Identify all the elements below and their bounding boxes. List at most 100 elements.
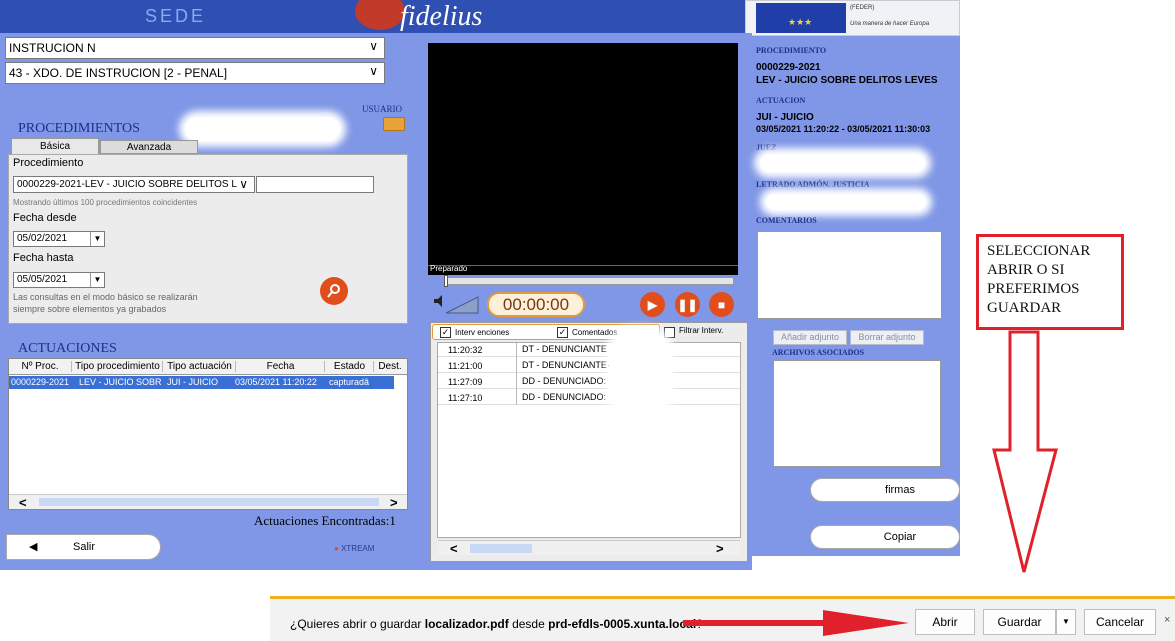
actuacion-dates: 03/05/2021 11:20:22 - 03/05/2021 11:30:0…	[756, 124, 931, 134]
fecha-hasta-value: 05/05/2021	[17, 274, 68, 285]
volume-icon[interactable]	[432, 293, 480, 318]
eu-banner: ★★★ (FEDER) Una manera de hacer Europa	[745, 0, 960, 36]
procedimiento-heading: PROCEDIMIENTO	[756, 46, 827, 55]
tab-advanced[interactable]: Avanzada	[100, 140, 198, 154]
basic-mode-note-2: siempre sobre elementos ya grabados	[13, 304, 167, 314]
annotation-box: SELECCIONAR ABRIR O SI PREFERIMOS GUARDA…	[976, 234, 1124, 330]
chevron-down-icon: ∨	[369, 39, 378, 53]
actuaciones-found: Actuaciones Encontradas:1	[254, 513, 396, 528]
court-select-value: INSTRUCION N	[9, 41, 96, 55]
scroll-right-icon[interactable]: >	[390, 495, 398, 510]
search-icon[interactable]	[320, 277, 348, 305]
fecha-desde-input[interactable]: 05/02/2021 ▼	[13, 231, 105, 247]
intervention-time: 11:20:32	[448, 345, 483, 355]
user-name-redacted	[185, 117, 340, 141]
juez-heading: JUEZ	[756, 143, 777, 152]
archivos-list[interactable]	[773, 360, 941, 467]
col-tipo-proc[interactable]: Tipo procedimiento	[73, 361, 163, 372]
video-screen[interactable]	[428, 43, 738, 265]
intervention-row[interactable]: 11:20:32 DT - DENUNCIANTE	[438, 343, 740, 357]
abrir-button[interactable]: Abrir	[915, 609, 975, 635]
filtrar-checkbox[interactable]	[664, 327, 675, 338]
scroll-thumb[interactable]	[470, 544, 532, 553]
status-bar	[428, 265, 738, 275]
question-prefix: ¿Quieres abrir o guardar	[290, 617, 425, 631]
juez-name-redacted	[760, 154, 925, 172]
cancelar-button[interactable]: Cancelar	[1084, 609, 1156, 635]
guardar-options-button[interactable]: ▼	[1056, 609, 1076, 635]
intervention-row[interactable]: 11:27:10 DD - DENUNCIADO:	[438, 391, 740, 405]
anadir-label: Añadir adjunto	[780, 332, 840, 342]
actuacion-heading: ACTUACION	[756, 96, 806, 105]
scroll-left-icon[interactable]: <	[19, 495, 27, 510]
calendar-dropdown-icon[interactable]: ▼	[90, 232, 104, 246]
actuaciones-header: Nº Proc. Tipo procedimiento Tipo actuaci…	[9, 359, 407, 375]
firmas-button[interactable]: firmas	[810, 478, 960, 502]
procedimiento-description: LEV - JUICIO SOBRE DELITOS LEVES	[756, 75, 938, 86]
play-button[interactable]: ▶	[640, 292, 665, 317]
interventions-hscrollbar[interactable]: < >	[438, 540, 740, 556]
borrar-label: Borrar adjunto	[858, 332, 916, 342]
download-question: ¿Quieres abrir o guardar localizador.pdf…	[290, 617, 703, 631]
col-proc[interactable]: Nº Proc.	[9, 361, 72, 372]
back-arrow-icon: ◀	[29, 541, 38, 553]
tab-basic-label: Básica	[39, 141, 70, 152]
intervenciones-checkbox[interactable]: ✓	[440, 327, 451, 338]
intervention-time: 11:27:10	[448, 393, 483, 403]
intervenciones-label: Interv enciones	[455, 328, 510, 337]
question-host: prd-efdls-0005.xunta.local	[548, 617, 697, 631]
guardar-label: Guardar	[997, 615, 1042, 629]
fecha-desde-value: 05/02/2021	[17, 233, 68, 244]
borrar-adjunto-button[interactable]: Borrar adjunto	[850, 330, 924, 345]
eu-flag-icon: ★★★	[756, 3, 846, 33]
actuacion-type: JUI - JUICIO	[756, 112, 814, 123]
copiar-label: Copiar	[883, 531, 917, 543]
intervention-row[interactable]: 11:27:09 DD - DENUNCIADO:	[438, 375, 740, 389]
comentarios-heading: COMENTARIOS	[756, 216, 817, 225]
progress-thumb[interactable]	[444, 275, 448, 287]
scroll-thumb[interactable]	[39, 498, 379, 506]
procedimientos-title: PROCEDIMIENTOS	[18, 121, 140, 136]
scroll-left-icon[interactable]: <	[450, 541, 458, 556]
cell-tipo-act: JUI - JUICIO	[167, 377, 218, 387]
xtream-label: XTREAM	[341, 544, 375, 553]
tab-advanced-label: Avanzada	[126, 141, 172, 153]
time-value: 00:00:00	[502, 295, 570, 314]
intervention-text: DD - DENUNCIADO:	[522, 392, 607, 402]
copiar-button[interactable]: Copiar	[810, 525, 960, 549]
col-fecha[interactable]: Fecha	[237, 361, 325, 372]
procedimiento-extra-input[interactable]	[256, 176, 374, 193]
intervention-text: DT - DENUNCIANTE·	[522, 360, 610, 370]
anadir-adjunto-button[interactable]: Añadir adjunto	[773, 330, 847, 345]
table-row[interactable]: 0000229-2021 LEV - JUICIO SOBR JUI - JUI…	[9, 376, 394, 389]
stop-button[interactable]: ■	[709, 292, 734, 317]
calendar-dropdown-icon[interactable]: ▼	[90, 273, 104, 287]
procedimiento-select[interactable]: 0000229-2021-LEV - JUICIO SOBRE DELITOS …	[13, 176, 255, 193]
letrado-heading: LETRADO ADMÓN. JUSTICIA	[756, 180, 870, 189]
guardar-button[interactable]: Guardar	[983, 609, 1056, 635]
procedimiento-number: 0000229-2021	[756, 62, 821, 73]
tab-basic[interactable]: Básica	[11, 138, 99, 154]
table-hscrollbar[interactable]: < >	[9, 494, 407, 510]
annotation-text: SELECCIONAR ABRIR O SI PREFERIMOS GUARDA…	[987, 243, 1091, 316]
procedimiento-select-value: 0000229-2021-LEV - JUICIO SOBRE DELITOS …	[17, 179, 237, 190]
court-select[interactable]: INSTRUCION N ∨	[5, 37, 385, 59]
progress-track[interactable]	[444, 277, 734, 285]
col-tipo-act[interactable]: Tipo actuación	[164, 361, 236, 372]
player-status: Preparado	[430, 264, 468, 273]
col-estado[interactable]: Estado	[326, 361, 374, 372]
col-dest[interactable]: Dest.	[375, 361, 405, 372]
pause-button[interactable]: ❚❚	[675, 292, 700, 317]
intervention-row[interactable]: 11:21:00 DT - DENUNCIANTE·	[438, 359, 740, 373]
salir-label: Salir	[73, 541, 96, 553]
salir-button[interactable]: ◀ Salir	[6, 534, 161, 560]
letrado-name-redacted	[766, 194, 926, 210]
close-icon[interactable]: ×	[1164, 614, 1170, 626]
interventions-redacted	[612, 333, 668, 413]
fecha-hasta-input[interactable]: 05/05/2021 ▼	[13, 272, 105, 288]
scroll-right-icon[interactable]: >	[716, 541, 724, 556]
comentarios-textarea[interactable]	[757, 231, 942, 319]
comentados-checkbox[interactable]: ✓	[557, 327, 568, 338]
court-detail-select[interactable]: 43 - XDO. DE INSTRUCION [2 - PENAL] ∨	[5, 62, 385, 84]
cell-tipo-proc: LEV - JUICIO SOBR	[79, 377, 162, 387]
